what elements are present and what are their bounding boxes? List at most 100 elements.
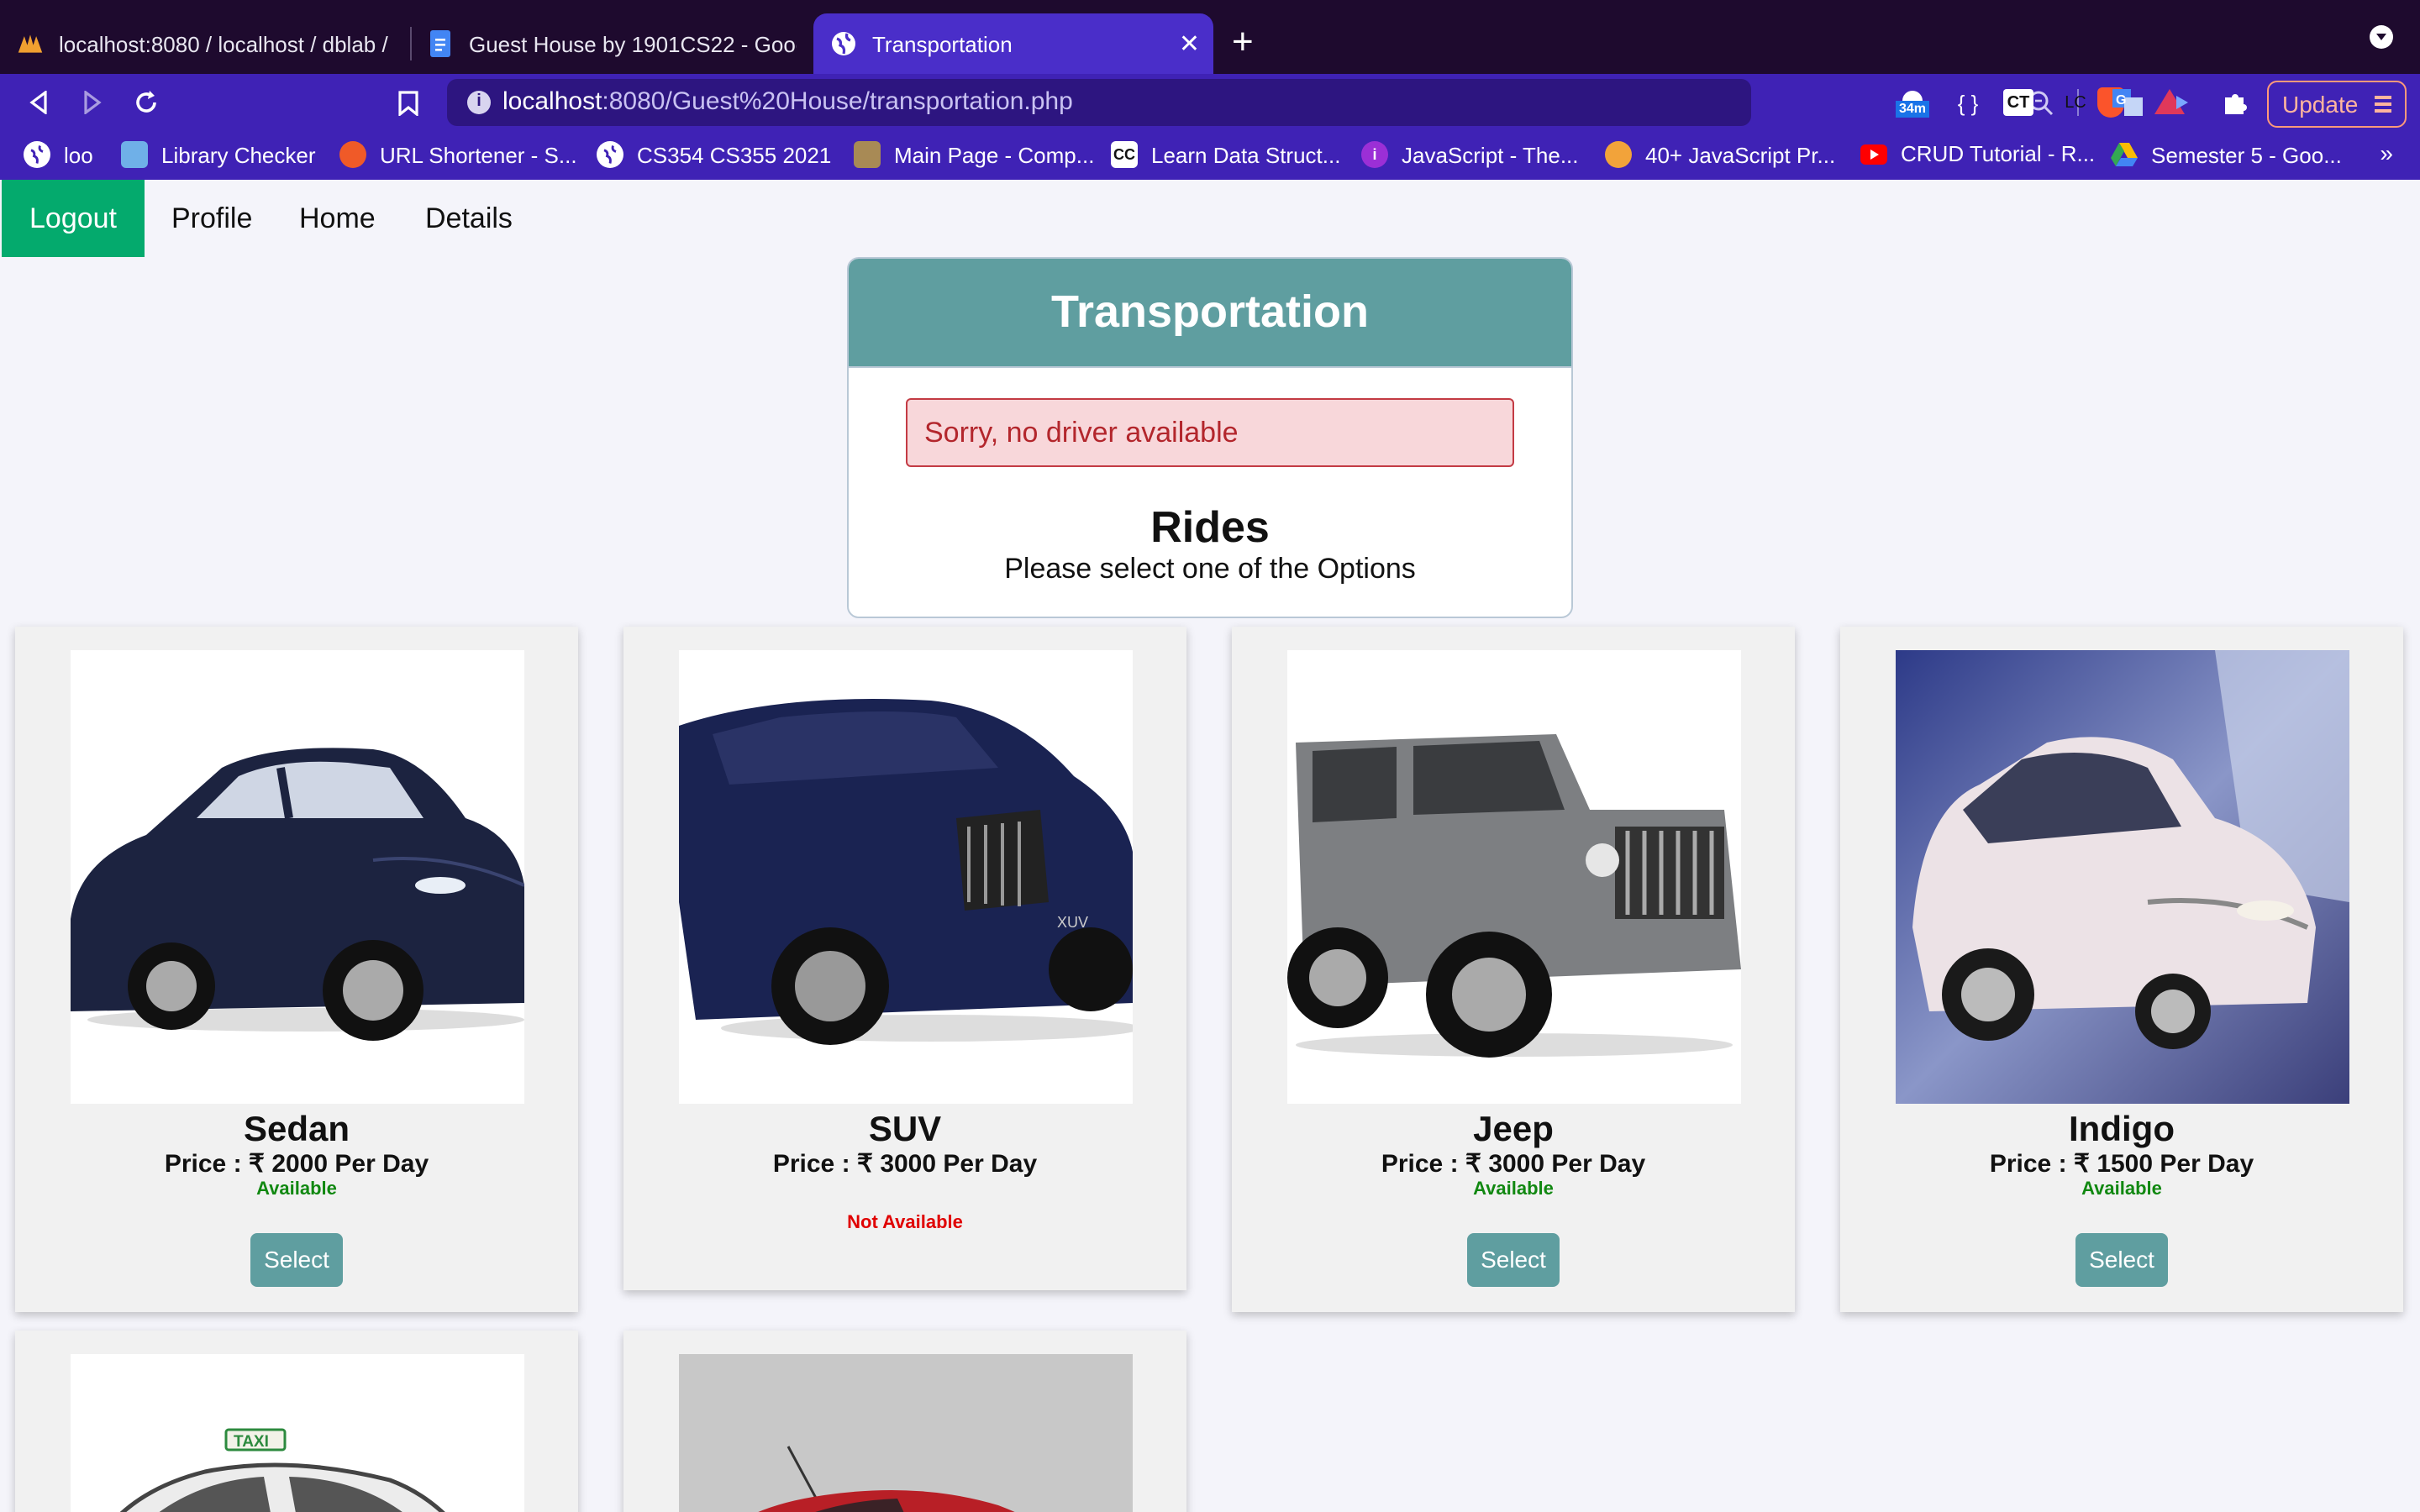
json-extension-icon[interactable]: { } (1951, 86, 1985, 119)
update-label: Update (2282, 91, 2359, 118)
phpmyadmin-icon (17, 30, 44, 57)
availability-status: Available (256, 1178, 337, 1199)
bookmark-label: 40+ JavaScript Pr... (1645, 142, 1836, 167)
timer-badge: 34m (1896, 101, 1930, 118)
bookmarks-bar: loo Library Checker URL Shortener - S...… (0, 131, 2420, 180)
vehicle-card-taxi: TAXI (15, 1331, 578, 1512)
indigo-image (1896, 650, 2349, 1104)
google-docs-icon (427, 30, 454, 57)
drive-icon (2111, 141, 2138, 168)
translate-extension-icon[interactable]: G (2111, 86, 2144, 119)
vehicle-name: Jeep (1473, 1109, 1554, 1148)
vehicle-price: Price : ₹ 3000 Per Day (772, 1150, 1038, 1178)
bookmark-item[interactable]: Library Checker (121, 141, 316, 168)
hatchback-image (679, 1354, 1133, 1512)
availability-status: Available (1473, 1178, 1554, 1199)
tab-phpmyadmin[interactable]: localhost:8080 / localhost / dblab / (0, 13, 410, 74)
new-tab-button[interactable]: + (1232, 17, 1254, 67)
tab-search-icon[interactable] (2370, 25, 2393, 49)
site-info-icon[interactable]: i (467, 91, 491, 114)
bookmark-item[interactable]: loo (24, 141, 93, 168)
library-icon (121, 141, 148, 168)
bookmark-label: Library Checker (161, 142, 316, 167)
vehicle-card-hatchback (623, 1331, 1186, 1512)
availability-status: Not Available (847, 1211, 963, 1232)
vehicle-card-jeep: Jeep Price : ₹ 3000 Per Day Available Se… (1232, 627, 1795, 1312)
forward-icon[interactable] (74, 84, 111, 121)
swirl-icon (1605, 141, 1632, 168)
tab-title: Guest House by 1901CS22 - Google (469, 31, 797, 56)
bookmark-label: CS354 CS355 2021 (637, 142, 832, 167)
youtube-icon (1860, 144, 1887, 164)
jsinfo-icon: i (1361, 141, 1388, 168)
bookmark-item[interactable]: Semester 5 - Goo... (2111, 141, 2342, 168)
bookmark-item[interactable]: i JavaScript - The... (1361, 141, 1579, 168)
tab-title: Transportation (872, 31, 1013, 56)
nav-profile[interactable]: Profile (145, 180, 279, 257)
update-button[interactable]: Update (2267, 81, 2407, 128)
bookmark-item[interactable]: CC Learn Data Struct... (1111, 141, 1340, 168)
select-sedan-button[interactable]: Select (250, 1233, 343, 1287)
vehicle-name: Indigo (2069, 1109, 2175, 1148)
bookmark-label: URL Shortener - S... (380, 142, 577, 167)
bookmark-label: Semester 5 - Goo... (2151, 142, 2342, 167)
extensions-puzzle-icon[interactable] (2218, 86, 2252, 119)
tab-title: localhost:8080 / localhost / dblab / (59, 31, 388, 56)
bookmarks-overflow-button[interactable]: » (2380, 139, 2393, 166)
vehicle-price: Price : ₹ 2000 Per Day (164, 1150, 429, 1178)
svg-text:G: G (2116, 93, 2126, 108)
card-header: Transportation (849, 259, 1571, 368)
bookmark-label: Learn Data Struct... (1151, 142, 1341, 167)
close-icon[interactable]: ✕ (1179, 29, 1200, 59)
globe-icon (830, 30, 857, 57)
nav-logout[interactable]: Logout (2, 180, 145, 257)
timer-extension-icon[interactable]: 34m (1896, 86, 1930, 119)
vehicle-card-indigo: Indigo Price : ₹ 1500 Per Day Available … (1840, 627, 2403, 1312)
vehicle-price: Price : ₹ 1500 Per Day (1989, 1150, 2254, 1178)
bookmark-item[interactable]: URL Shortener - S... (339, 141, 577, 168)
bookmark-label: Main Page - Comp... (894, 142, 1095, 167)
site-navbar: Logout Profile Home Details (0, 180, 2420, 257)
leetcode-extension-icon[interactable]: LC (2059, 86, 2092, 119)
toolbar: i localhost:8080/Guest%20House/transport… (0, 74, 2420, 131)
emblem-icon (854, 141, 881, 168)
tab-strip: localhost:8080 / localhost / dblab / Gue… (0, 0, 2420, 74)
sedan-image (71, 650, 524, 1104)
url-text[interactable]: localhost:8080/Guest%20House/transportat… (502, 87, 1073, 116)
link-icon (339, 141, 366, 168)
svg-text:TAXI: TAXI (234, 1433, 269, 1451)
bookmark-label: CRUD Tutorial - R... (1901, 141, 2096, 166)
tab-google-doc[interactable]: Guest House by 1901CS22 - Google (410, 13, 813, 74)
tab-transportation[interactable]: Transportation ✕ (813, 13, 1213, 74)
play-extension-icon[interactable] (2165, 86, 2198, 119)
url-host: localhost (502, 87, 602, 116)
select-jeep-button[interactable]: Select (1467, 1233, 1560, 1287)
vehicle-card-sedan: Sedan Price : ₹ 2000 Per Day Available S… (15, 627, 578, 1312)
vehicle-name: Sedan (243, 1109, 350, 1148)
rides-subtitle: Please select one of the Options (1004, 553, 1416, 585)
globe-icon (24, 141, 50, 168)
nav-details[interactable]: Details (398, 180, 539, 257)
ct-extension-icon[interactable]: CT (2003, 89, 2033, 116)
rides-heading: Rides (1150, 503, 1270, 552)
back-icon[interactable] (20, 84, 57, 121)
bookmark-item[interactable]: CS354 CS355 2021 (597, 141, 831, 168)
browser-chrome: localhost:8080 / localhost / dblab / Gue… (0, 0, 2420, 180)
bookmark-icon[interactable] (390, 84, 427, 121)
vehicle-name: SUV (868, 1109, 942, 1148)
nav-home[interactable]: Home (272, 180, 402, 257)
select-indigo-button[interactable]: Select (2075, 1233, 2168, 1287)
url-path: :8080/Guest%20House/transportation.php (602, 87, 1073, 116)
reload-icon[interactable] (128, 84, 165, 121)
bookmark-item[interactable]: Main Page - Comp... (854, 141, 1094, 168)
jeep-image (1287, 650, 1741, 1104)
globe-icon (597, 141, 623, 168)
svg-text:XUV: XUV (1057, 914, 1088, 931)
menu-icon (2375, 96, 2391, 113)
cc-icon: CC (1111, 141, 1138, 168)
taxi-image: TAXI (71, 1354, 524, 1512)
vehicle-price: Price : ₹ 3000 Per Day (1381, 1150, 1646, 1178)
address-bar[interactable]: i localhost:8080/Guest%20House/transport… (447, 79, 2185, 126)
bookmark-item[interactable]: CRUD Tutorial - R... (1860, 141, 2095, 166)
bookmark-item[interactable]: 40+ JavaScript Pr... (1605, 141, 1835, 168)
